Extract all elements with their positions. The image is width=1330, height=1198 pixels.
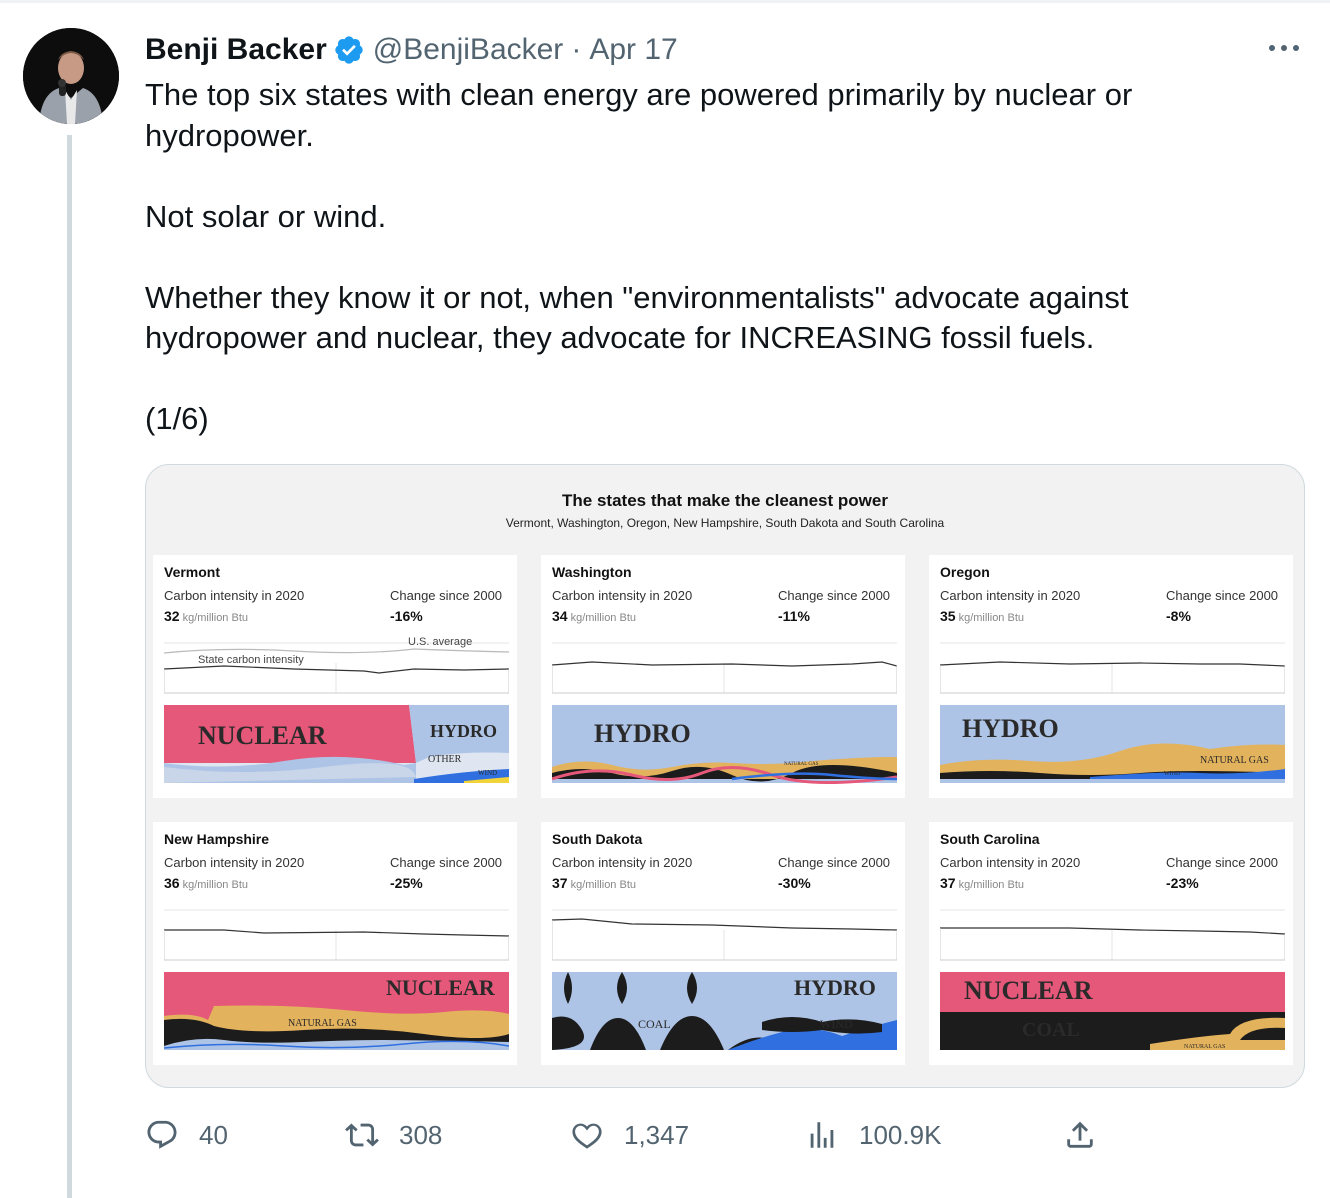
reply-button[interactable]: 40 bbox=[145, 1110, 228, 1160]
state-panel-new-hampshire: New Hampshire Carbon intensity in 2020 3… bbox=[153, 822, 517, 1065]
hydro-label: HYDRO bbox=[430, 721, 497, 741]
change-value: -25% bbox=[390, 875, 423, 891]
separator-dot: · bbox=[571, 33, 582, 66]
hydro-label: HYDRO bbox=[962, 714, 1059, 743]
state-name: South Dakota bbox=[552, 831, 643, 847]
tweet-paragraph: The top six states with clean energy are… bbox=[145, 77, 1133, 153]
state-name: Oregon bbox=[940, 564, 990, 580]
carbon-value: 34 kg/million Btu bbox=[552, 608, 636, 624]
thread-line bbox=[67, 135, 72, 1198]
change-value: -11% bbox=[778, 608, 810, 624]
energy-mix-chart: HYDRO COAL WIND bbox=[552, 909, 897, 1050]
energy-mix-chart: HYDRO NATURAL GAS WIND bbox=[940, 642, 1285, 783]
coal-label: COAL bbox=[638, 1017, 671, 1031]
views-count: 100.9K bbox=[859, 1119, 942, 1150]
more-icon[interactable] bbox=[1264, 36, 1304, 60]
state-name: Vermont bbox=[164, 564, 221, 580]
avatar-photo bbox=[23, 28, 119, 124]
change-value: -16% bbox=[390, 608, 423, 624]
carbon-label: Carbon intensity in 2020 bbox=[552, 855, 693, 870]
nuclear-label: NUCLEAR bbox=[964, 976, 1093, 1005]
tweet-actions: 40 308 1,347 100.9K bbox=[145, 1110, 1305, 1160]
retweet-icon bbox=[345, 1123, 379, 1147]
reply-count: 40 bbox=[199, 1119, 228, 1150]
change-value: -23% bbox=[1166, 875, 1199, 891]
wind-label: WIND bbox=[820, 1017, 853, 1031]
top-divider bbox=[0, 0, 1330, 3]
tweet-paragraph: Whether they know it or not, when "envir… bbox=[145, 279, 1129, 356]
author-name[interactable]: Benji Backer bbox=[145, 33, 327, 67]
views-button[interactable]: 100.9K bbox=[805, 1110, 941, 1160]
state-panel-oregon: Oregon Carbon intensity in 2020 35 kg/mil… bbox=[929, 555, 1293, 798]
graphic-subtitle: Vermont, Washington, Oregon, New Hampshi… bbox=[505, 516, 945, 530]
change-label: Change since 2000 bbox=[1166, 588, 1279, 603]
nuclear-label: NUCLEAR bbox=[198, 721, 327, 750]
energy-mix-chart: HYDRO NATURAL GAS bbox=[552, 642, 897, 784]
change-label: Change since 2000 bbox=[778, 855, 891, 870]
natural-gas-label: NATURAL GAS bbox=[288, 1018, 357, 1029]
carbon-label: Carbon intensity in 2020 bbox=[940, 855, 1081, 870]
retweet-button[interactable]: 308 bbox=[345, 1110, 442, 1160]
carbon-value: 36 kg/million Btu bbox=[164, 875, 248, 891]
verified-badge-icon[interactable] bbox=[333, 34, 365, 66]
state-panel-south-carolina: South Carolina Carbon intensity in 2020 … bbox=[929, 822, 1293, 1065]
natural-gas-label: NATURAL GAS bbox=[1200, 755, 1269, 766]
state-panel-washington: Washington Carbon intensity in 2020 34 kg… bbox=[541, 555, 905, 798]
state-name: New Hampshire bbox=[164, 831, 270, 847]
tweet-date[interactable]: Apr 17 bbox=[589, 33, 677, 67]
carbon-value: 37 kg/million Btu bbox=[552, 875, 636, 891]
nuclear-label: NUCLEAR bbox=[386, 975, 496, 1000]
energy-mix-chart: NUCLEAR COAL NATURAL GAS bbox=[940, 909, 1285, 1050]
hydro-label: HYDRO bbox=[594, 719, 691, 748]
state-panel-vermont: Vermont Carbon intensity in 2020 32 kg/mi… bbox=[153, 555, 517, 798]
media-image[interactable]: The states that make the cleanest power … bbox=[145, 464, 1305, 1088]
natural-gas-label: NATURAL GAS bbox=[784, 762, 819, 767]
carbon-value: 37 kg/million Btu bbox=[940, 875, 1024, 891]
carbon-value: 32 kg/million Btu bbox=[164, 608, 248, 624]
change-label: Change since 2000 bbox=[390, 855, 503, 870]
tweet-text: The top six states with clean energy are… bbox=[145, 75, 1265, 440]
tweet-paragraph: (1/6) bbox=[145, 401, 209, 436]
change-label: Change since 2000 bbox=[390, 588, 503, 603]
views-icon bbox=[810, 1122, 834, 1148]
carbon-label: Carbon intensity in 2020 bbox=[164, 855, 305, 870]
natural-gas-label: NATURAL GAS bbox=[1184, 1044, 1225, 1050]
wind-label: WIND bbox=[1164, 771, 1181, 777]
graphic-title: The states that make the cleanest power bbox=[562, 491, 888, 510]
like-button[interactable]: 1,347 bbox=[570, 1110, 689, 1160]
coal-label: COAL bbox=[1022, 1019, 1080, 1041]
like-count: 1,347 bbox=[624, 1119, 690, 1150]
carbon-value: 35 kg/million Btu bbox=[940, 608, 1024, 624]
us-average-label: U.S. average bbox=[408, 636, 472, 648]
change-value: -8% bbox=[1166, 608, 1191, 624]
wind-label: WIND bbox=[478, 769, 497, 777]
state-name: South Carolina bbox=[940, 831, 1040, 847]
author-handle[interactable]: @BenjiBacker bbox=[373, 33, 564, 67]
tweet-paragraph: Not solar or wind. bbox=[145, 198, 387, 234]
state-carbon-intensity-label: State carbon intensity bbox=[198, 654, 304, 666]
carbon-label: Carbon intensity in 2020 bbox=[552, 588, 693, 603]
state-name: Washington bbox=[552, 564, 632, 580]
state-panel-south-dakota: South Dakota Carbon intensity in 2020 37… bbox=[541, 822, 905, 1065]
like-icon bbox=[572, 1123, 602, 1149]
carbon-label: Carbon intensity in 2020 bbox=[164, 588, 305, 603]
avatar[interactable] bbox=[23, 28, 119, 124]
change-label: Change since 2000 bbox=[778, 588, 891, 603]
hydro-label: HYDRO bbox=[794, 975, 876, 1000]
carbon-label: Carbon intensity in 2020 bbox=[940, 588, 1081, 603]
energy-mix-chart: State carbon intensity U.S. average NUCL… bbox=[164, 636, 509, 783]
change-label: Change since 2000 bbox=[1166, 855, 1279, 870]
reply-icon bbox=[147, 1120, 177, 1149]
share-icon[interactable] bbox=[1063, 1118, 1097, 1152]
tweet-header: Benji Backer @BenjiBacker · Apr 17 bbox=[145, 30, 678, 70]
energy-mix-chart: NUCLEAR NATURAL GAS bbox=[164, 909, 509, 1050]
other-label: OTHER bbox=[428, 754, 462, 765]
retweet-count: 308 bbox=[399, 1119, 443, 1150]
change-value: -30% bbox=[778, 875, 811, 891]
